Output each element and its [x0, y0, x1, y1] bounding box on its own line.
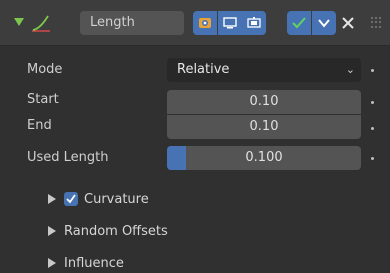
extras-dropdown-button[interactable] — [312, 11, 336, 35]
edit-mode-icon — [247, 17, 261, 28]
subpanel-curvature[interactable]: Curvature — [48, 190, 149, 208]
mode-dropdown[interactable]: Relative ⌄ — [167, 58, 361, 82]
curvature-checkbox[interactable] — [64, 192, 78, 206]
length-modifier-panel: Length Mode Relative ⌄ Start End 0.10 0.… — [0, 0, 390, 273]
subpanel-random-offsets[interactable]: Random Offsets — [48, 222, 168, 240]
expand-arrow-icon — [48, 226, 56, 236]
subpanel-label: Influence — [64, 255, 124, 271]
used-length-label: Used Length — [27, 150, 109, 165]
mode-keyframe-dot[interactable] — [371, 69, 374, 72]
close-icon — [342, 17, 354, 29]
checkmark-icon — [66, 194, 76, 204]
expand-arrow-icon — [48, 258, 56, 268]
collapse-arrow-icon[interactable] — [14, 18, 24, 26]
edit-mode-toggle-button[interactable] — [242, 11, 266, 35]
start-label: Start — [27, 92, 59, 107]
expand-arrow-icon — [48, 194, 56, 204]
mode-value: Relative — [177, 62, 230, 77]
end-field[interactable]: 0.10 — [167, 115, 361, 139]
start-keyframe-dot[interactable] — [371, 101, 374, 104]
subpanel-label: Random Offsets — [64, 223, 168, 239]
viewport-monitor-icon — [223, 17, 237, 29]
modifier-name-field[interactable]: Length — [80, 11, 184, 35]
mode-label: Mode — [27, 62, 63, 77]
subpanel-influence[interactable]: Influence — [48, 254, 124, 272]
length-curve-icon — [32, 15, 50, 32]
chevron-down-icon — [318, 19, 330, 28]
render-camera-icon — [199, 18, 211, 28]
chevron-down-icon: ⌄ — [345, 63, 355, 76]
used-length-keyframe-dot[interactable] — [371, 157, 374, 160]
modifier-header: Length — [0, 0, 390, 46]
apply-on-cage-toggle-button[interactable] — [287, 11, 311, 35]
start-end-fields: 0.10 0.10 — [167, 90, 361, 139]
checkmark-icon — [292, 17, 306, 29]
viewport-toggle-button[interactable] — [218, 11, 242, 35]
used-length-value: 0.100 — [245, 150, 283, 165]
end-keyframe-dot[interactable] — [371, 127, 374, 130]
end-label: End — [27, 118, 52, 133]
start-field[interactable]: 0.10 — [167, 90, 361, 114]
render-toggle-button[interactable] — [193, 11, 217, 35]
remove-modifier-button[interactable] — [337, 11, 359, 35]
drag-handle-icon[interactable] — [371, 17, 381, 29]
used-length-fill — [167, 146, 187, 170]
used-length-slider[interactable]: 0.100 — [167, 146, 361, 170]
subpanel-label: Curvature — [84, 191, 149, 207]
